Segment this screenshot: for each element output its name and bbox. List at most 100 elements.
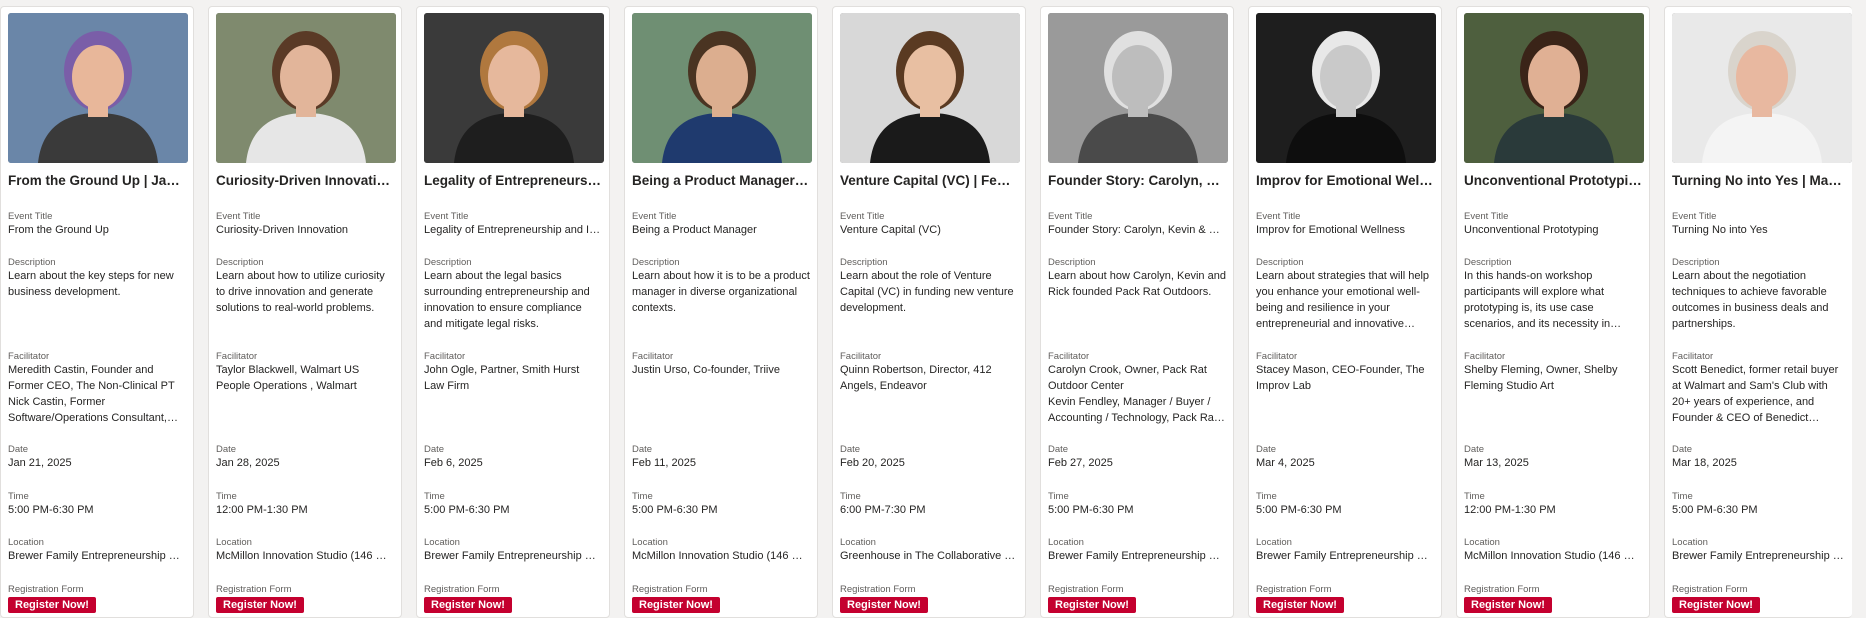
card-title[interactable]: Legality of Entrepreneurship and Innovat… — [424, 173, 602, 191]
event-card[interactable]: Improv for Emotional Wellness | Mar 4, 2… — [1248, 6, 1442, 618]
facilitator-value: Quinn Robertson, Director, 412 Angels, E… — [840, 364, 992, 392]
event-card[interactable]: Unconventional Prototyping | Mar 13, 202… — [1456, 6, 1650, 618]
time-label: Time — [424, 491, 445, 502]
register-now-button[interactable]: Register Now! — [1048, 597, 1136, 613]
event-card[interactable]: Curiosity-Driven Innovation | Jan 28, 20… — [208, 6, 402, 618]
facilitator-photo — [8, 13, 188, 163]
card-title[interactable]: From the Ground Up | Jan 21, 2025 — [8, 173, 186, 191]
portrait-image — [216, 13, 396, 163]
date-label: Date — [8, 444, 29, 455]
facilitator-label: Facilitator — [216, 351, 258, 362]
event-title-label: Event Title — [216, 211, 261, 222]
date-label: Date — [1672, 444, 1693, 455]
date-value: Feb 6, 2025 — [424, 457, 483, 469]
register-now-button[interactable]: Register Now! — [1464, 597, 1552, 613]
card-title[interactable]: Unconventional Prototyping | Mar 13, 202… — [1464, 173, 1642, 191]
portrait-image — [632, 13, 812, 163]
location-value: Brewer Family Entrepreneurship Hub — [1672, 550, 1845, 562]
event-card[interactable]: Venture Capital (VC) | Feb 20, 2025 Even… — [832, 6, 1026, 618]
event-title-label: Event Title — [632, 211, 677, 222]
registration-label: Registration Form — [216, 584, 292, 595]
card-title[interactable]: Turning No into Yes | Mar 18, 2025 — [1672, 173, 1845, 191]
description-label: Description — [1672, 257, 1720, 268]
facilitator-label: Facilitator — [424, 351, 466, 362]
location-value: Brewer Family Entrepreneurship Hub — [1048, 550, 1226, 562]
time-value: 5:00 PM-6:30 PM — [1672, 504, 1758, 516]
time-label: Time — [840, 491, 861, 502]
event-title-value: From the Ground Up — [8, 224, 109, 236]
facilitator-label: Facilitator — [1672, 351, 1714, 362]
facilitator-value: Justin Urso, Co-founder, Triive — [632, 364, 780, 376]
facilitator-value: Meredith Castin, Founder and Former CEO,… — [8, 364, 175, 424]
register-now-button[interactable]: Register Now! — [216, 597, 304, 613]
time-label: Time — [1672, 491, 1693, 502]
location-value: McMillon Innovation Studio (146 N Campus… — [216, 550, 394, 562]
facilitator-value: Carolyn Crook, Owner, Pack Rat Outdoor C… — [1048, 364, 1217, 424]
event-card[interactable]: Legality of Entrepreneurship and Innovat… — [416, 6, 610, 618]
register-now-button[interactable]: Register Now! — [1256, 597, 1344, 613]
time-value: 5:00 PM-6:30 PM — [424, 504, 510, 516]
portrait-image — [840, 13, 1020, 163]
facilitator-value: Shelby Fleming, Owner, Shelby Fleming St… — [1464, 364, 1618, 392]
location-value: McMillon Innovation Studio (146 N Campus… — [632, 550, 810, 562]
card-title[interactable]: Founder Story: Carolyn, Kevin & Rick | F… — [1048, 173, 1226, 191]
registration-label: Registration Form — [1672, 584, 1748, 595]
register-now-button[interactable]: Register Now! — [8, 597, 96, 613]
register-now-button[interactable]: Register Now! — [1672, 597, 1760, 613]
event-title-value: Improv for Emotional Wellness — [1256, 224, 1405, 236]
portrait-image — [424, 13, 604, 163]
event-gallery: From the Ground Up | Jan 21, 2025 Event … — [0, 0, 1866, 618]
description-value: In this hands-on workshop participants w… — [1464, 270, 1611, 330]
card-title[interactable]: Venture Capital (VC) | Feb 20, 2025 — [840, 173, 1018, 191]
registration-label: Registration Form — [8, 584, 84, 595]
description-value: Learn about the role of Venture Capital … — [840, 270, 1014, 314]
facilitator-value: Taylor Blackwell, Walmart US People Oper… — [216, 364, 360, 392]
facilitator-value: Stacey Mason, CEO-Founder, The Improv La… — [1256, 364, 1425, 392]
location-value: Greenhouse in The Collaborative (701 S M… — [840, 550, 1018, 562]
event-card[interactable]: Founder Story: Carolyn, Kevin & Rick | F… — [1040, 6, 1234, 618]
date-value: Feb 11, 2025 — [632, 457, 697, 469]
portrait-image — [1672, 13, 1852, 163]
card-title[interactable]: Improv for Emotional Wellness | Mar 4, 2… — [1256, 173, 1434, 191]
event-title-value: Venture Capital (VC) — [840, 224, 941, 236]
facilitator-photo — [632, 13, 812, 163]
portrait-image — [8, 13, 188, 163]
card-title[interactable]: Curiosity-Driven Innovation | Jan 28, 20… — [216, 173, 394, 191]
time-value: 12:00 PM-1:30 PM — [216, 504, 308, 516]
facilitator-label: Facilitator — [1256, 351, 1298, 362]
event-card[interactable]: From the Ground Up | Jan 21, 2025 Event … — [0, 6, 194, 618]
description-value: Learn about the key steps for new busine… — [8, 270, 174, 298]
facilitator-value: Scott Benedict, former retail buyer at W… — [1672, 364, 1839, 424]
card-title[interactable]: Being a Product Manager | Feb 11, 2025 — [632, 173, 810, 191]
time-label: Time — [1048, 491, 1069, 502]
date-label: Date — [424, 444, 445, 455]
register-now-button[interactable]: Register Now! — [840, 597, 928, 613]
date-value: Feb 27, 2025 — [1048, 457, 1113, 469]
location-value: McMillon Innovation Studio (146 N Campus… — [1464, 550, 1642, 562]
event-title-label: Event Title — [1464, 211, 1509, 222]
date-label: Date — [1048, 444, 1069, 455]
facilitator-value: John Ogle, Partner, Smith Hurst Law Firm — [424, 364, 580, 392]
description-value: Learn about strategies that will help yo… — [1256, 270, 1430, 330]
event-title-value: Legality of Entrepreneurship and Innovat… — [424, 224, 602, 236]
event-card[interactable]: Turning No into Yes | Mar 18, 2025 Event… — [1664, 6, 1852, 618]
event-title-value: Curiosity-Driven Innovation — [216, 224, 349, 236]
registration-label: Registration Form — [840, 584, 916, 595]
event-card[interactable]: Being a Product Manager | Feb 11, 2025 E… — [624, 6, 818, 618]
location-label: Location — [1048, 537, 1084, 548]
facilitator-photo — [1672, 13, 1852, 163]
time-label: Time — [632, 491, 653, 502]
description-value: Learn about the negotiation techniques t… — [1672, 270, 1829, 330]
register-now-button[interactable]: Register Now! — [424, 597, 512, 613]
date-value: Jan 28, 2025 — [216, 457, 280, 469]
facilitator-label: Facilitator — [632, 351, 674, 362]
location-label: Location — [632, 537, 668, 548]
event-title-label: Event Title — [424, 211, 469, 222]
time-value: 12:00 PM-1:30 PM — [1464, 504, 1556, 516]
event-title-value: Turning No into Yes — [1672, 224, 1768, 236]
time-value: 5:00 PM-6:30 PM — [1048, 504, 1134, 516]
register-now-button[interactable]: Register Now! — [632, 597, 720, 613]
event-title-value: Being a Product Manager — [632, 224, 757, 236]
description-label: Description — [632, 257, 680, 268]
location-label: Location — [1464, 537, 1500, 548]
